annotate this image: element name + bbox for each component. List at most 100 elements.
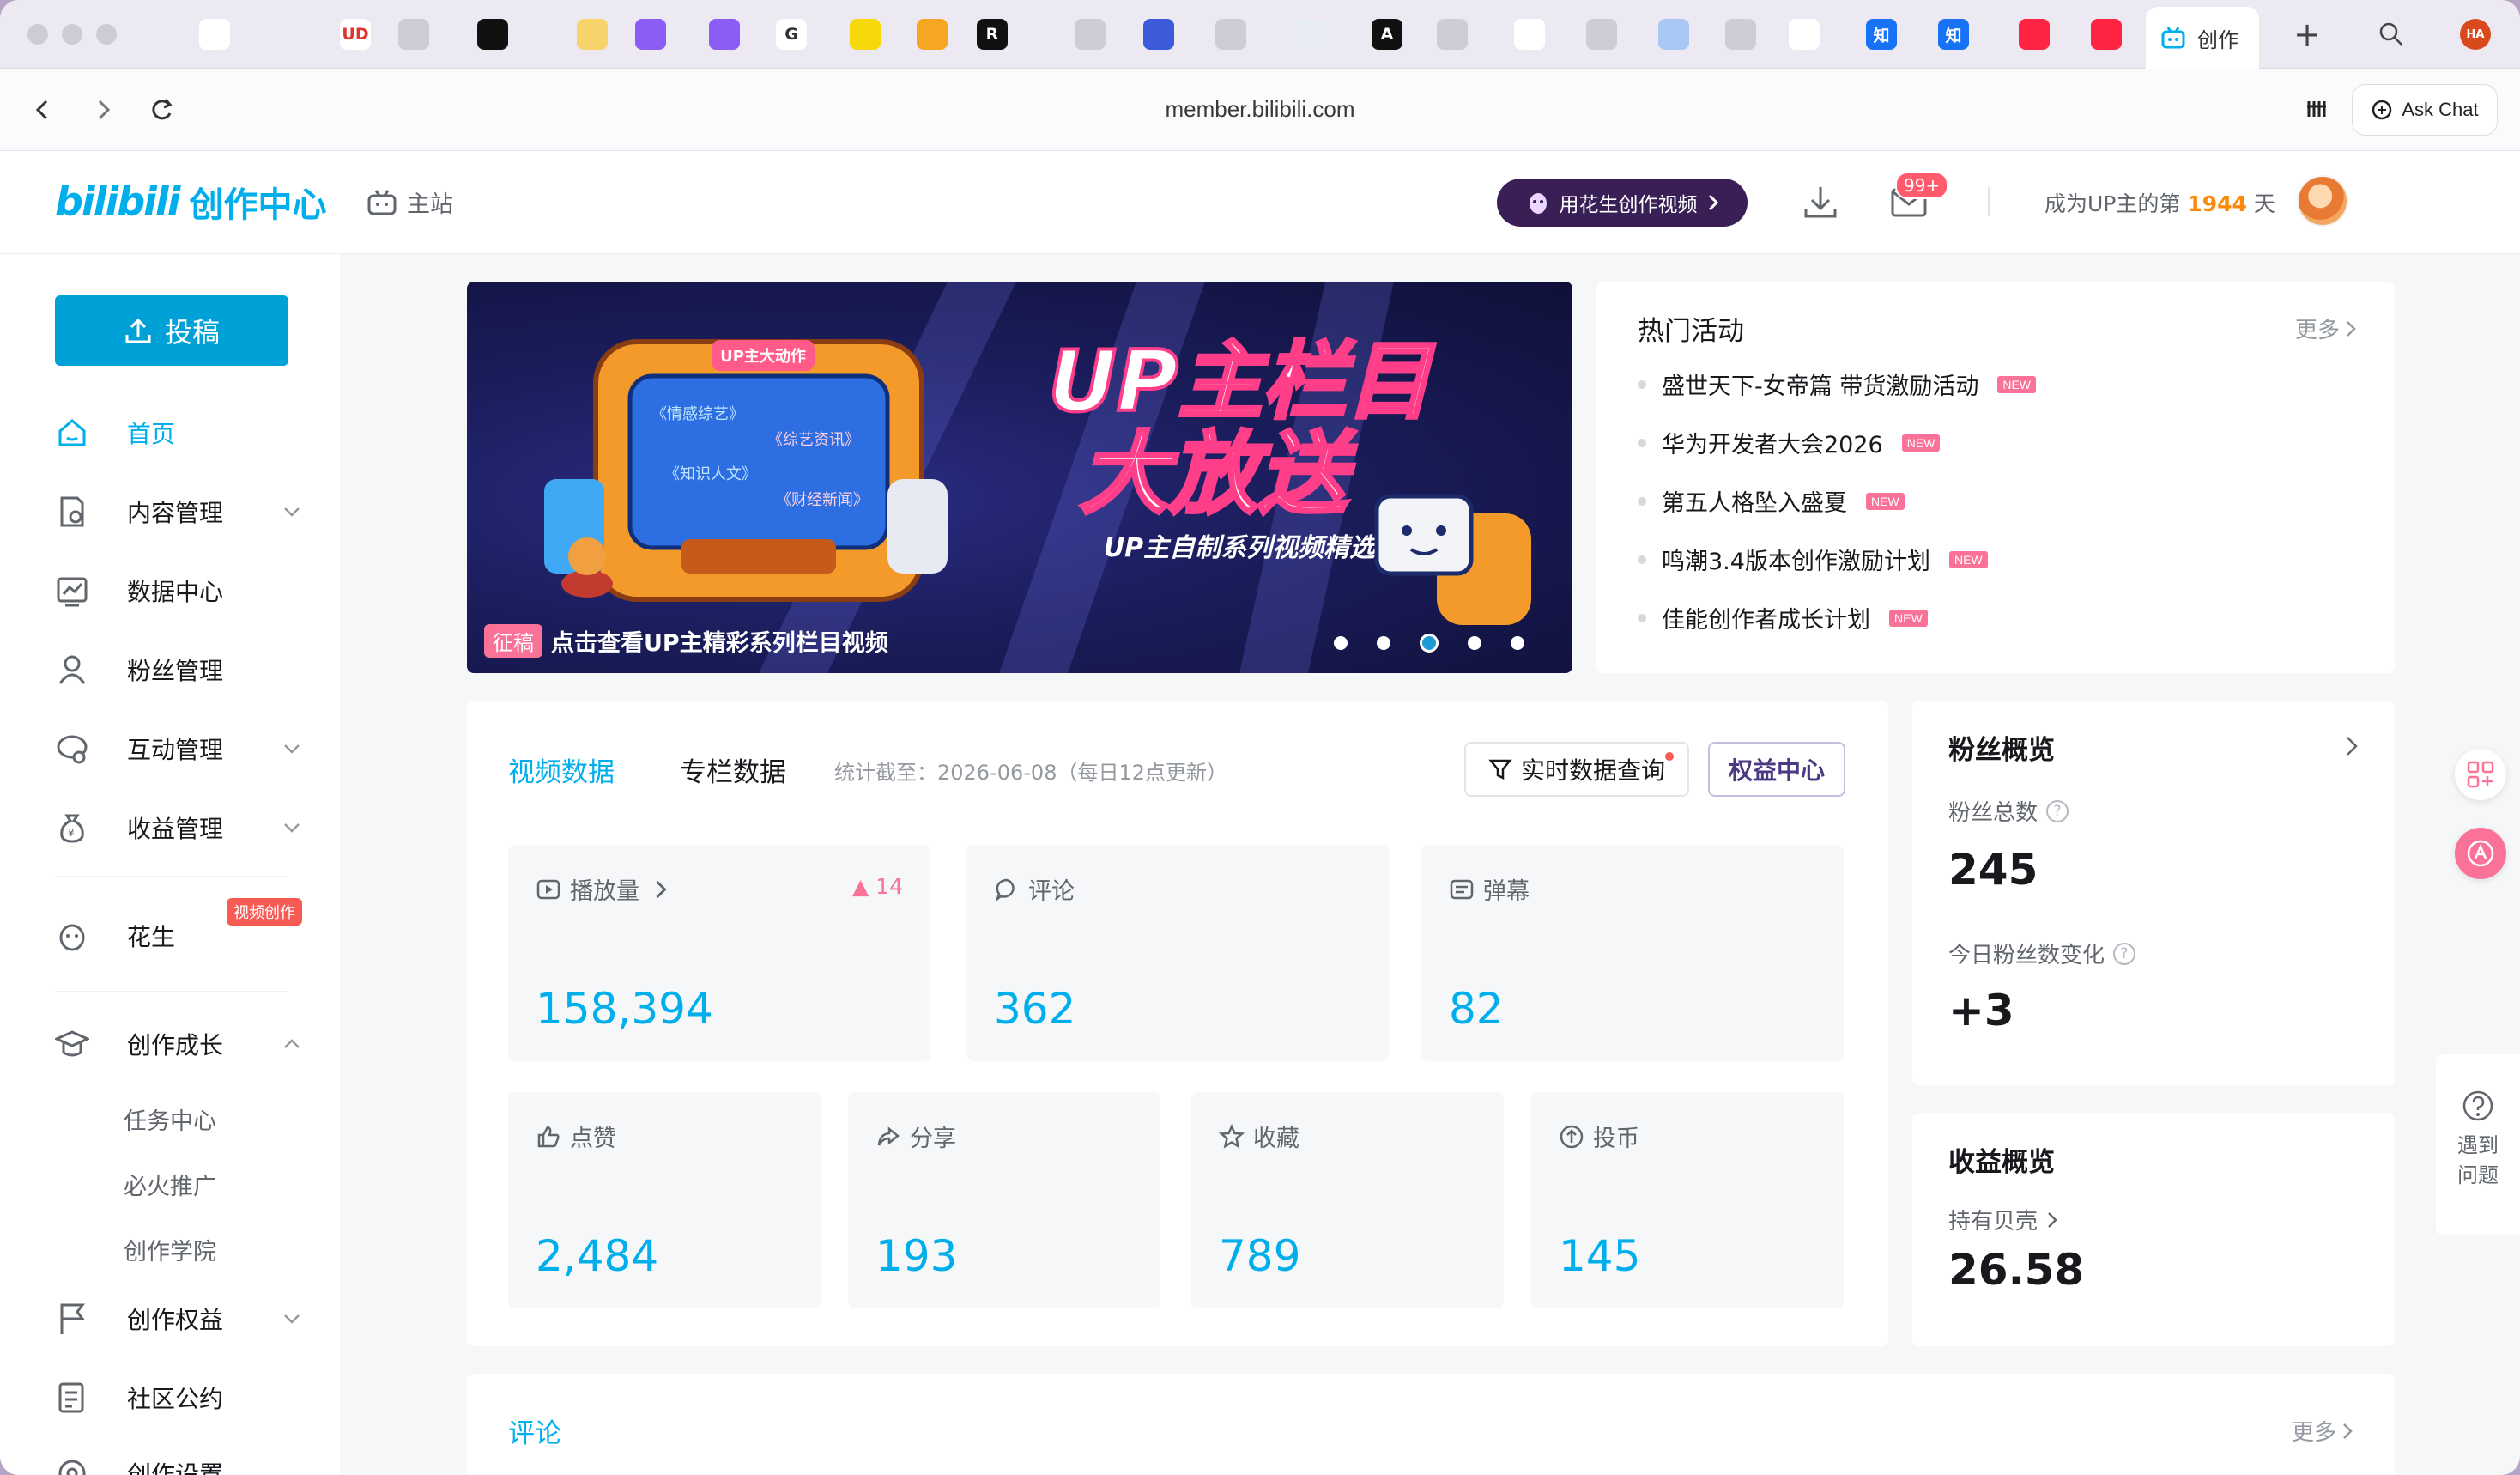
stat-card: 分享 193 bbox=[848, 1092, 1160, 1308]
user-avatar[interactable] bbox=[2297, 175, 2348, 227]
minimize-window-button[interactable] bbox=[62, 24, 82, 45]
cloud-app-icon[interactable] bbox=[1294, 19, 1325, 50]
sidebar-item-rights[interactable]: 创作权益 bbox=[55, 1293, 306, 1344]
extension-icon[interactable] bbox=[2304, 96, 2329, 122]
more-label: 更多 bbox=[2294, 318, 2340, 343]
chevron-down-icon bbox=[284, 823, 300, 833]
profile-avatar[interactable]: HA bbox=[2460, 19, 2491, 50]
banner-dot[interactable] bbox=[1468, 636, 1481, 650]
bilibili-logo[interactable]: bilibili 创作中心 bbox=[55, 177, 326, 227]
sidebar: 投稿 首页 内容管理 数据中心 粉丝管理 互动管理 ¥ 收益管理 花生 视频创作… bbox=[0, 254, 340, 1475]
site-header: bilibili 创作中心 主站 用花生创作视频 99+ 成为UP主的第 194… bbox=[0, 151, 2520, 254]
message-badge: 99+ bbox=[1895, 172, 1949, 199]
anime-app-icon[interactable] bbox=[1658, 19, 1689, 50]
banner-headline-2: 大放送 bbox=[1080, 422, 1357, 526]
banner-dot[interactable] bbox=[1377, 636, 1390, 650]
shells-value: 26.58 bbox=[1948, 1245, 2085, 1295]
banner-dot[interactable] bbox=[1334, 636, 1348, 650]
hot-activity-item[interactable]: 盛世天下-女帝篇 带货激励活动 NEW bbox=[1638, 367, 2036, 401]
sidebar-subitem-promotion[interactable]: 必火推广 bbox=[124, 1168, 216, 1201]
placeholder-icon[interactable] bbox=[1215, 19, 1246, 50]
help-question-icon[interactable]: ? bbox=[2113, 942, 2136, 965]
chevron-right-icon[interactable] bbox=[2345, 735, 2359, 757]
a-app-icon[interactable]: A bbox=[1372, 19, 1402, 50]
chevron-right-icon bbox=[656, 880, 667, 898]
placeholder-icon[interactable] bbox=[1725, 19, 1756, 50]
sidebar-item-income[interactable]: ¥ 收益管理 bbox=[55, 802, 306, 853]
hot-activity-item[interactable]: 鸣潮3.4版本创作激励计划 NEW bbox=[1638, 543, 1988, 576]
help-question-icon[interactable]: ? bbox=[2046, 799, 2069, 822]
ud-icon[interactable]: UD bbox=[340, 19, 371, 50]
google-icon[interactable]: G bbox=[776, 19, 807, 50]
rights-center-button[interactable]: 权益中心 bbox=[1708, 742, 1845, 797]
sidebar-item-data[interactable]: 数据中心 bbox=[55, 565, 306, 616]
sidebar-subitem-academy[interactable]: 创作学院 bbox=[124, 1233, 216, 1266]
sidebar-item-growth[interactable]: 创作成长 bbox=[55, 1018, 306, 1070]
floating-apps-button[interactable] bbox=[2455, 749, 2506, 800]
help-circle-icon bbox=[2462, 1090, 2493, 1121]
sidebar-item-content[interactable]: 内容管理 bbox=[55, 486, 306, 537]
ask-chat-button[interactable]: Ask Chat bbox=[2352, 84, 2498, 136]
peanut-create-button[interactable]: 用花生创作视频 bbox=[1497, 179, 1748, 227]
promo-banner[interactable]: UP主大动作 《情感综艺》 《综艺资讯》 《知识人文》 《财经新闻》 UP主栏目… bbox=[467, 282, 1572, 673]
active-tab[interactable]: 创作 bbox=[2146, 7, 2259, 69]
github-icon[interactable] bbox=[1514, 19, 1545, 50]
red-app-icon[interactable] bbox=[2019, 19, 2050, 50]
sidebar-item-fans[interactable]: 粉丝管理 bbox=[55, 644, 306, 695]
comments-more-link[interactable]: 更多 bbox=[2292, 1415, 2353, 1447]
sidebar-item-community[interactable]: 社区公约 bbox=[55, 1372, 306, 1423]
shells-label[interactable]: 持有贝壳 bbox=[1948, 1204, 2058, 1235]
doc-app-icon[interactable] bbox=[1143, 19, 1174, 50]
help-panel[interactable]: 遇到 问题 bbox=[2436, 1054, 2520, 1235]
red-app-icon[interactable] bbox=[2091, 19, 2122, 50]
active-tab-title: 创作 bbox=[2197, 27, 2238, 52]
upload-button[interactable]: 投稿 bbox=[55, 295, 288, 366]
banner-dot-active[interactable] bbox=[1420, 634, 1439, 653]
hot-activities-more-link[interactable]: 更多 bbox=[2295, 313, 2357, 344]
sidebar-item-label: 收益管理 bbox=[127, 815, 224, 843]
banner-dot[interactable] bbox=[1511, 636, 1524, 650]
sidebar-item-settings[interactable]: 创作设置 bbox=[55, 1448, 306, 1475]
sidebar-item-label: 创作设置 bbox=[127, 1460, 224, 1475]
sidebar-item-label: 互动管理 bbox=[127, 736, 224, 764]
yellow-app-icon[interactable] bbox=[850, 19, 881, 50]
zhihu-icon[interactable]: 知 bbox=[1866, 19, 1897, 50]
sidebar-subitem-tasks[interactable]: 任务中心 bbox=[124, 1102, 216, 1136]
sidebar-item-peanut[interactable]: 花生 视频创作 bbox=[55, 898, 306, 962]
hot-activities-card: 热门活动 更多 盛世天下-女帝篇 带货激励活动 NEW 华为开发者大会2026 NEW… bbox=[1596, 282, 2395, 673]
new-tab-button[interactable]: + bbox=[2290, 15, 2324, 53]
r-app-icon[interactable]: R bbox=[977, 19, 1008, 50]
realtime-data-button[interactable]: 实时数据查询 bbox=[1464, 742, 1689, 797]
hot-activity-item[interactable]: 华为开发者大会2026 NEW bbox=[1638, 426, 1941, 459]
placeholder-icon[interactable] bbox=[398, 19, 429, 50]
tab-column-data[interactable]: 专栏数据 bbox=[680, 750, 786, 789]
sidebar-item-interaction[interactable]: 互动管理 bbox=[55, 723, 306, 774]
github-icon[interactable] bbox=[199, 19, 230, 50]
banner-subline: UP主自制系列视频精选 bbox=[1104, 533, 1378, 563]
download-icon[interactable] bbox=[1802, 184, 1839, 220]
close-window-button[interactable] bbox=[27, 24, 48, 45]
zoom-window-button[interactable] bbox=[96, 24, 117, 45]
sidebar-item-home[interactable]: 首页 bbox=[55, 407, 306, 458]
pulse-icon[interactable] bbox=[477, 19, 508, 50]
app-icon[interactable] bbox=[635, 19, 666, 50]
app-icon[interactable] bbox=[709, 19, 740, 50]
stat-card[interactable]: 播放量 ▲ 14 158,394 bbox=[508, 845, 930, 1061]
main-site-link[interactable]: 主站 bbox=[367, 185, 453, 219]
hot-activities-title: 热门活动 bbox=[1638, 316, 1744, 347]
hot-activity-item[interactable]: 第五人格坠入盛夏 NEW bbox=[1638, 484, 1905, 518]
floating-translate-button[interactable] bbox=[2455, 828, 2506, 879]
tv-item: 《情感综艺》 bbox=[651, 405, 744, 423]
tab-video-data[interactable]: 视频数据 bbox=[508, 750, 615, 789]
url-text[interactable]: member.bilibili.com bbox=[0, 96, 2520, 123]
placeholder-icon[interactable] bbox=[1437, 19, 1468, 50]
hot-activity-item[interactable]: 佳能创作者成长计划 NEW bbox=[1638, 601, 1928, 634]
tab-search-icon[interactable] bbox=[2376, 19, 2407, 50]
zhihu-icon[interactable]: 知 bbox=[1938, 19, 1969, 50]
placeholder-icon[interactable] bbox=[1586, 19, 1617, 50]
placeholder-icon[interactable] bbox=[1075, 19, 1106, 50]
danmaku-icon bbox=[1450, 879, 1474, 899]
weather-icon[interactable] bbox=[577, 19, 608, 50]
github-icon[interactable] bbox=[1789, 19, 1820, 50]
shield-app-icon[interactable] bbox=[917, 19, 948, 50]
